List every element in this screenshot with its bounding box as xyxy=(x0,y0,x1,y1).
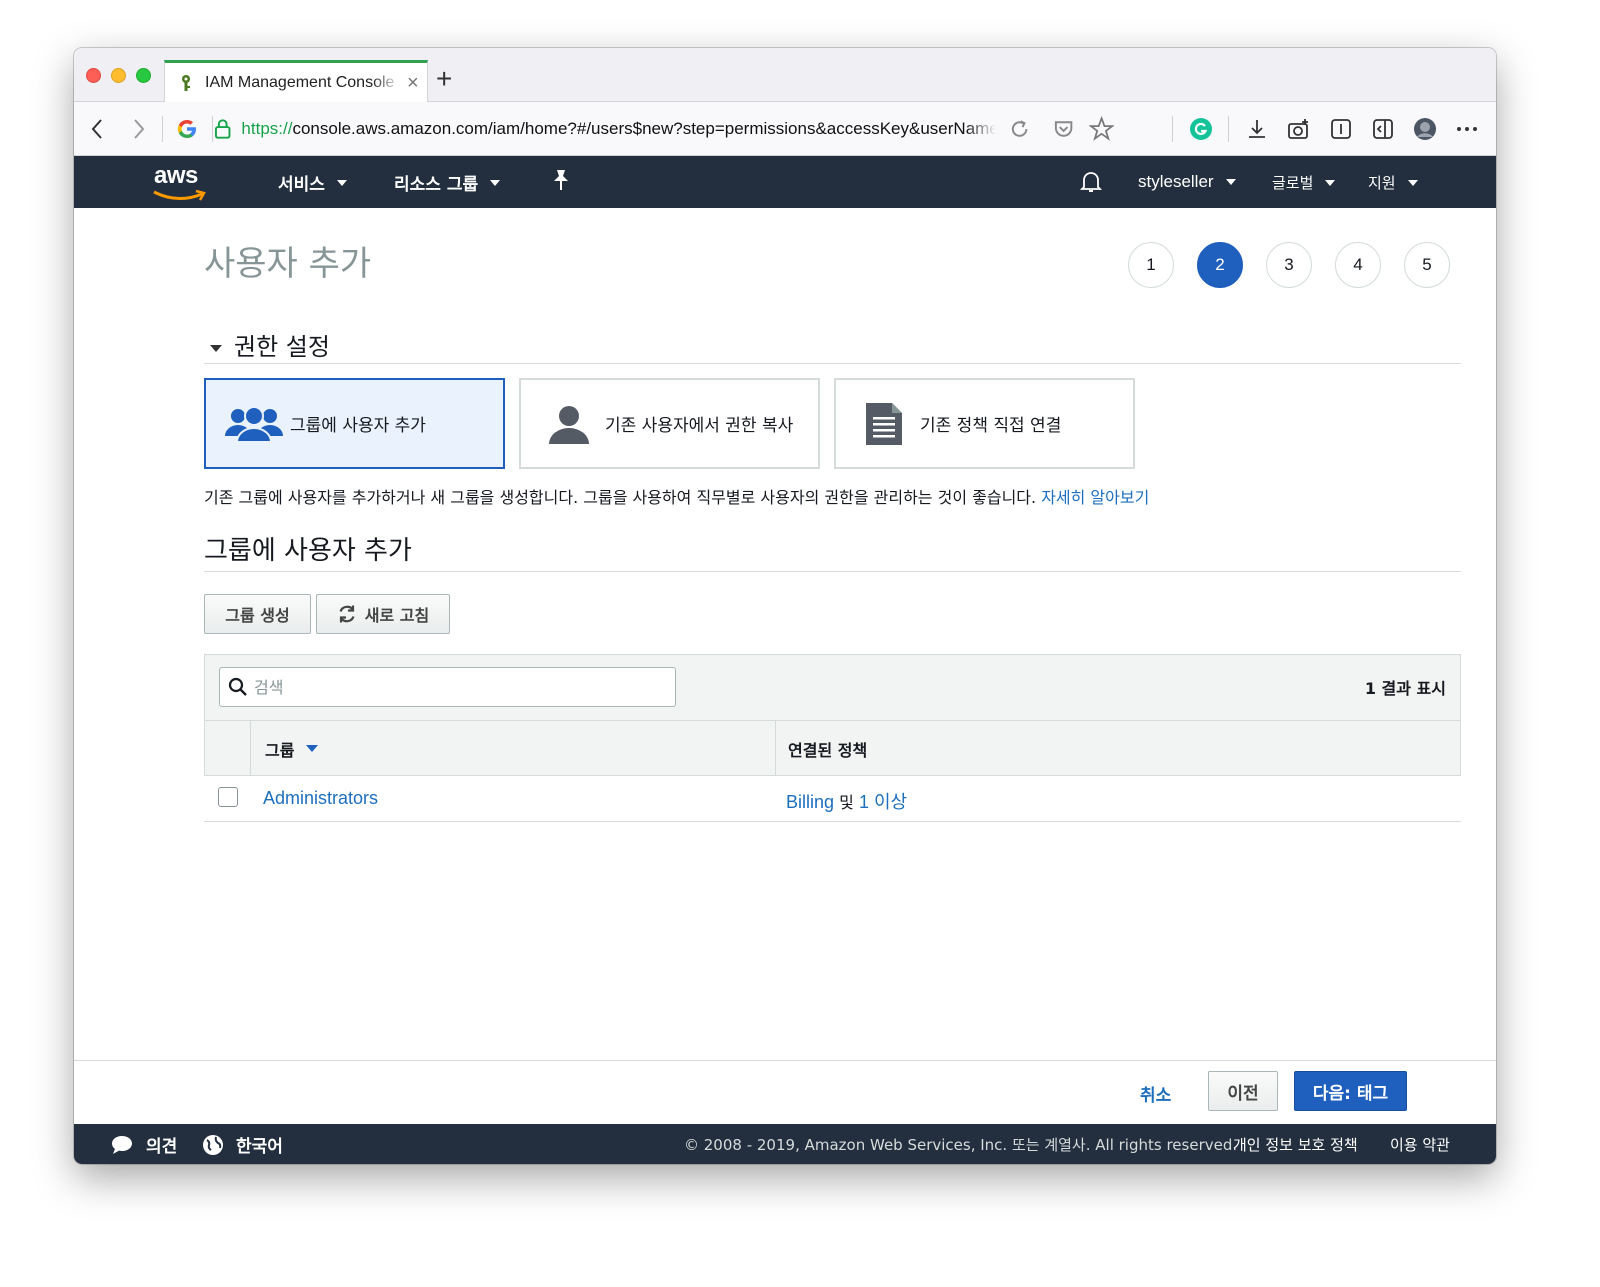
more-policies-link[interactable]: 1 이상 xyxy=(859,792,907,812)
chevron-down-icon xyxy=(1325,179,1336,186)
resource-groups-menu[interactable]: 리소스 그룹 xyxy=(394,170,501,195)
main-content: 사용자 추가 1 2 3 4 5 권한 설정 그룹에 사용자 추가 기존 사용자… xyxy=(74,208,1496,1124)
copyright-text: © 2008 - 2019, Amazon Web Services, Inc.… xyxy=(684,1136,1238,1154)
tab-title: IAM Management Console xyxy=(205,73,395,91)
browser-window: IAM Management Console × + https://conso… xyxy=(74,48,1496,1164)
new-tab-button[interactable]: + xyxy=(436,65,452,93)
page-title: 사용자 추가 xyxy=(204,244,372,284)
account-menu[interactable]: styleseller xyxy=(1138,172,1236,192)
table-header: 그룹 연결된 정책 xyxy=(205,721,1460,776)
table-row: Administrators Billing 및 1 이상 xyxy=(204,776,1461,822)
column-header-policies[interactable]: 연결된 정책 xyxy=(788,721,867,776)
refresh-icon xyxy=(339,605,355,623)
chevron-down-icon xyxy=(1407,179,1418,186)
wizard-steps: 1 2 3 4 5 xyxy=(1128,242,1450,288)
policy-link[interactable]: Billing xyxy=(786,792,834,812)
reader-icon[interactable] xyxy=(1326,114,1356,144)
pocket-icon[interactable] xyxy=(1052,117,1075,141)
step-5[interactable]: 5 xyxy=(1404,242,1450,288)
previous-button[interactable]: 이전 xyxy=(1208,1071,1278,1111)
grammarly-icon[interactable] xyxy=(1186,114,1216,144)
key-icon xyxy=(182,74,190,91)
attached-policies-cell: Billing 및 1 이상 xyxy=(786,792,908,812)
permissions-section-title: 권한 설정 xyxy=(234,333,330,361)
option-copy-permissions[interactable]: 기존 사용자에서 권한 복사 xyxy=(519,378,820,469)
aws-top-nav: aws 서비스 리소스 그룹 styleseller 글로벌 지원 xyxy=(74,156,1496,208)
screenshot-icon[interactable] xyxy=(1284,114,1314,144)
speech-bubble-icon xyxy=(112,1135,132,1154)
groups-table: 1 결과 표시 그룹 연결된 정책 xyxy=(204,654,1461,776)
refresh-button[interactable]: 새로 고침 xyxy=(316,594,450,634)
console-footer: 의견 한국어 © 2008 - 2019, Amazon Web Service… xyxy=(74,1124,1496,1164)
language-selector[interactable]: 한국어 xyxy=(202,1132,283,1157)
services-menu[interactable]: 서비스 xyxy=(278,170,347,195)
permission-options: 그룹에 사용자 추가 기존 사용자에서 권한 복사 기존 정책 직접 연결 xyxy=(204,378,1135,469)
maximize-window-button[interactable] xyxy=(136,68,151,83)
result-count: 1 결과 표시 xyxy=(1364,679,1446,698)
minimize-window-button[interactable] xyxy=(111,68,126,83)
sidebar-icon[interactable] xyxy=(1368,114,1398,144)
chevron-down-icon xyxy=(336,179,347,186)
pin-icon[interactable] xyxy=(552,169,570,191)
search-icon xyxy=(228,677,247,696)
chevron-down-icon xyxy=(490,179,501,186)
support-menu[interactable]: 지원 xyxy=(1368,172,1418,193)
step-3[interactable]: 3 xyxy=(1266,242,1312,288)
column-header-group[interactable]: 그룹 xyxy=(265,721,319,776)
document-icon xyxy=(854,402,914,446)
feedback-button[interactable]: 의견 xyxy=(110,1132,177,1157)
address-bar[interactable]: https://console.aws.amazon.com/iam/home?… xyxy=(214,110,1115,148)
tab-close-icon[interactable]: × xyxy=(407,73,419,93)
sort-down-icon xyxy=(306,745,319,752)
aws-smile-icon xyxy=(153,189,206,201)
group-name-link[interactable]: Administrators xyxy=(263,788,378,809)
cancel-button[interactable]: 취소 xyxy=(1140,1081,1171,1106)
wizard-footer: 취소 이전 다음: 태그 xyxy=(74,1060,1496,1124)
profile-avatar[interactable] xyxy=(1410,114,1440,144)
menu-more-icon[interactable] xyxy=(1452,114,1482,144)
google-icon[interactable] xyxy=(172,114,202,144)
step-2[interactable]: 2 xyxy=(1197,242,1243,288)
privacy-policy-link[interactable]: 개인 정보 보호 정책 xyxy=(1233,1134,1358,1155)
next-tags-button[interactable]: 다음: 태그 xyxy=(1294,1071,1407,1111)
row-checkbox[interactable] xyxy=(218,787,238,807)
option-label: 그룹에 사용자 추가 xyxy=(290,416,426,436)
groups-section-header: 그룹에 사용자 추가 xyxy=(204,530,1461,572)
chevron-down-icon xyxy=(1225,179,1236,185)
browser-tab[interactable]: IAM Management Console × xyxy=(164,60,428,102)
permissions-section-header[interactable]: 권한 설정 xyxy=(204,326,1461,364)
option-add-to-group[interactable]: 그룹에 사용자 추가 xyxy=(204,378,505,469)
region-menu[interactable]: 글로벌 xyxy=(1272,172,1336,193)
search-box[interactable] xyxy=(219,667,676,707)
url-text: https://console.aws.amazon.com/iam/home?… xyxy=(241,119,997,138)
groups-section-title: 그룹에 사용자 추가 xyxy=(204,536,412,566)
search-input[interactable] xyxy=(254,677,654,697)
aws-logo[interactable]: aws xyxy=(152,162,208,202)
table-toolbar: 1 결과 표시 xyxy=(205,655,1460,721)
tab-bar: IAM Management Console × + xyxy=(74,48,1496,102)
back-icon[interactable] xyxy=(82,114,112,144)
lock-icon xyxy=(214,119,231,139)
option-label: 기존 사용자에서 권한 복사 xyxy=(605,416,794,436)
reload-icon[interactable] xyxy=(1008,117,1031,141)
download-icon[interactable] xyxy=(1242,114,1272,144)
step-4[interactable]: 4 xyxy=(1335,242,1381,288)
browser-toolbar: https://console.aws.amazon.com/iam/home?… xyxy=(74,102,1496,156)
terms-link[interactable]: 이용 약관 xyxy=(1390,1134,1450,1155)
close-window-button[interactable] xyxy=(86,68,101,83)
learn-more-link[interactable]: 자세히 알아보기 xyxy=(1041,488,1149,507)
user-icon xyxy=(539,402,599,446)
group-icon xyxy=(224,402,284,446)
create-group-button[interactable]: 그룹 생성 xyxy=(204,594,311,634)
forward-icon[interactable] xyxy=(124,114,154,144)
permissions-description: 기존 그룹에 사용자를 추가하거나 새 그룹을 생성합니다. 그룹을 사용하여 … xyxy=(204,488,1150,507)
option-attach-policy[interactable]: 기존 정책 직접 연결 xyxy=(834,378,1135,469)
bell-icon[interactable] xyxy=(1080,169,1102,193)
step-1[interactable]: 1 xyxy=(1128,242,1174,288)
star-icon[interactable] xyxy=(1088,116,1115,142)
caret-down-icon xyxy=(210,345,222,352)
option-label: 기존 정책 직접 연결 xyxy=(920,416,1062,436)
globe-icon xyxy=(203,1134,223,1155)
